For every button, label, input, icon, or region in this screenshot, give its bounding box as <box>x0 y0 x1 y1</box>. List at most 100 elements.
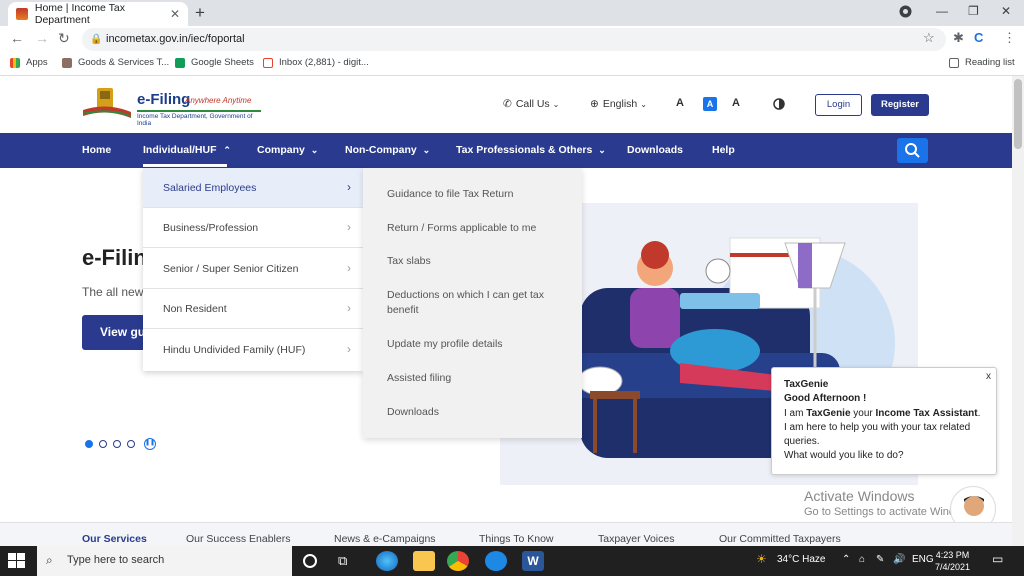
back-icon[interactable]: ← <box>10 30 24 46</box>
carousel-dot[interactable] <box>127 440 135 448</box>
link-tax-slabs[interactable]: Tax slabs <box>387 254 567 269</box>
nav-non-company[interactable]: Non-Company ⌄ <box>345 144 430 156</box>
show-hidden-icons-icon[interactable]: ⌃ <box>842 554 850 565</box>
minimize-icon[interactable]: — <box>936 4 948 18</box>
hero-subtitle: The all new <box>82 285 144 299</box>
chevron-down-icon: ⌄ <box>422 145 431 155</box>
nav-individual-huf[interactable]: Individual/HUF ⌃ <box>143 144 231 156</box>
submenu-label: Salaried Employees <box>163 182 257 194</box>
submenu-label: Hindu Undivided Family (HUF) <box>163 344 306 356</box>
tab-news-campaigns[interactable]: News & e-Campaigns <box>334 533 436 545</box>
taxgenie-close-button[interactable]: x <box>986 370 991 384</box>
language-dropdown[interactable]: ⊕ English ⌄ <box>590 98 647 110</box>
word-icon[interactable]: W <box>522 551 544 571</box>
tab-our-services[interactable]: Our Services <box>82 533 147 545</box>
carousel-pause-icon[interactable]: ❚❚ <box>144 438 156 450</box>
scrollbar-thumb[interactable] <box>1014 79 1022 149</box>
network-icon[interactable]: ⌂ <box>859 554 865 565</box>
restore-icon[interactable]: ❐ <box>968 4 979 18</box>
browser-tab[interactable]: Home | Income Tax Department ✕ <box>8 2 188 26</box>
nav-home[interactable]: Home <box>82 144 111 156</box>
taxgenie-message: I am TaxGenie your Income Tax Assistant.… <box>784 407 984 450</box>
tab-taxpayer-voices[interactable]: Taxpayer Voices <box>598 533 674 545</box>
chrome-icon[interactable] <box>447 551 469 571</box>
search-icon <box>905 143 920 158</box>
call-us-dropdown[interactable]: ✆ Call Us ⌄ <box>503 98 559 110</box>
notifications-icon[interactable]: ▭ <box>992 552 1003 566</box>
chrome-menu-icon[interactable]: ⋮ <box>1003 30 1016 46</box>
task-view-icon[interactable]: ⧉ <box>338 553 360 573</box>
logo-subtitle: Income Tax Department, Government of Ind… <box>137 110 261 127</box>
weather-icon[interactable]: ☀ <box>756 552 767 566</box>
carousel-dot[interactable] <box>85 440 93 448</box>
search-button[interactable] <box>897 138 928 163</box>
tab-success-enablers[interactable]: Our Success Enablers <box>186 533 290 545</box>
bookmark-star-icon[interactable]: ☆ <box>923 30 935 46</box>
extensions-icon[interactable]: ✱ <box>953 30 964 46</box>
contrast-icon[interactable] <box>773 97 785 115</box>
hero-view-guide-button[interactable]: View gu <box>82 315 152 350</box>
cortana-icon[interactable] <box>303 554 317 568</box>
internet-explorer-icon[interactable] <box>485 551 507 571</box>
volume-icon[interactable]: 🔊 <box>893 554 905 565</box>
salaried-submenu-panel: Guidance to file Tax Return Return / For… <box>363 168 582 438</box>
nav-help[interactable]: Help <box>712 144 735 156</box>
bookmark-google-sheets[interactable]: Google Sheets <box>175 57 254 68</box>
link-deductions[interactable]: Deductions on which I can get tax benefi… <box>387 288 567 318</box>
close-tab-icon[interactable]: ✕ <box>170 7 180 21</box>
carousel-dot[interactable] <box>113 440 121 448</box>
font-decrease-button[interactable]: A <box>676 97 684 109</box>
new-tab-button[interactable]: + <box>195 3 205 23</box>
chevron-down-icon: ⌄ <box>552 99 560 109</box>
extension-ca-icon[interactable]: C <box>974 30 983 45</box>
pen-icon[interactable]: ✎ <box>876 554 884 565</box>
lock-icon: 🔒 <box>90 34 103 45</box>
nav-downloads[interactable]: Downloads <box>627 144 683 156</box>
clock-time: 4:23 PM <box>935 550 970 560</box>
nav-company[interactable]: Company ⌄ <box>257 144 318 156</box>
font-increase-button[interactable]: A <box>732 97 740 109</box>
page-scrollbar[interactable] <box>1012 76 1024 546</box>
bookmark-apps[interactable]: Apps <box>10 57 48 68</box>
submenu-huf[interactable]: Hindu Undivided Family (HUF) › <box>143 330 363 370</box>
taxgenie-chat-popup[interactable]: x TaxGenie Good Afternoon ! I am TaxGeni… <box>771 367 997 475</box>
forward-icon[interactable]: → <box>35 30 49 46</box>
tab-things-to-know[interactable]: Things To Know <box>479 533 554 545</box>
profile-icon[interactable] <box>899 5 912 21</box>
bookmark-label: Apps <box>26 57 48 68</box>
submenu-non-resident[interactable]: Non Resident › <box>143 289 363 329</box>
link-guidance-file-tax-return[interactable]: Guidance to file Tax Return <box>387 187 567 202</box>
link-downloads[interactable]: Downloads <box>387 405 567 420</box>
link-update-profile[interactable]: Update my profile details <box>387 337 567 352</box>
carousel-dot[interactable] <box>99 440 107 448</box>
url-bar[interactable]: 🔒 incometax.gov.in/iec/foportal <box>82 28 946 51</box>
link-return-forms[interactable]: Return / Forms applicable to me <box>387 221 567 236</box>
link-assisted-filing[interactable]: Assisted filing <box>387 371 567 386</box>
tab-committed-taxpayers[interactable]: Our Committed Taxpayers <box>719 533 841 545</box>
taskbar-search-box[interactable]: ⌕ Type here to search <box>37 546 292 576</box>
language-indicator[interactable]: ENG <box>912 554 934 565</box>
chevron-right-icon: › <box>347 220 351 234</box>
submenu-senior-citizen[interactable]: Senior / Super Senior Citizen › <box>143 249 363 289</box>
bookmark-label: Goods & Services T... <box>78 57 170 68</box>
windows-start-icon[interactable] <box>8 553 26 569</box>
section-tabs: Our Services Our Success Enablers News &… <box>0 522 1012 546</box>
bookmark-gst[interactable]: Goods & Services T... <box>62 57 169 68</box>
emblem-logo-icon[interactable] <box>82 86 132 120</box>
bookmark-gmail[interactable]: Inbox (2,881) - digit... <box>263 57 369 68</box>
weather-text[interactable]: 34°C Haze <box>777 554 825 565</box>
nav-tax-professionals[interactable]: Tax Professionals & Others ⌄ <box>456 144 606 156</box>
edge-icon[interactable] <box>376 551 398 571</box>
reading-list[interactable]: Reading list <box>949 57 1015 68</box>
login-button[interactable]: Login <box>815 94 862 116</box>
submenu-business-profession[interactable]: Business/Profession › <box>143 208 363 248</box>
submenu-label: Senior / Super Senior Citizen <box>163 263 299 275</box>
nav-label: Tax Professionals & Others <box>456 144 593 156</box>
taskbar-clock[interactable]: 4:23 PM 7/4/2021 <box>935 549 970 573</box>
register-button[interactable]: Register <box>871 94 929 116</box>
close-window-icon[interactable]: ✕ <box>1001 4 1011 18</box>
reload-icon[interactable]: ↻ <box>58 30 70 47</box>
file-explorer-icon[interactable] <box>413 551 435 571</box>
submenu-salaried-employees[interactable]: Salaried Employees › <box>143 168 363 208</box>
font-normal-button[interactable]: A <box>703 97 717 111</box>
